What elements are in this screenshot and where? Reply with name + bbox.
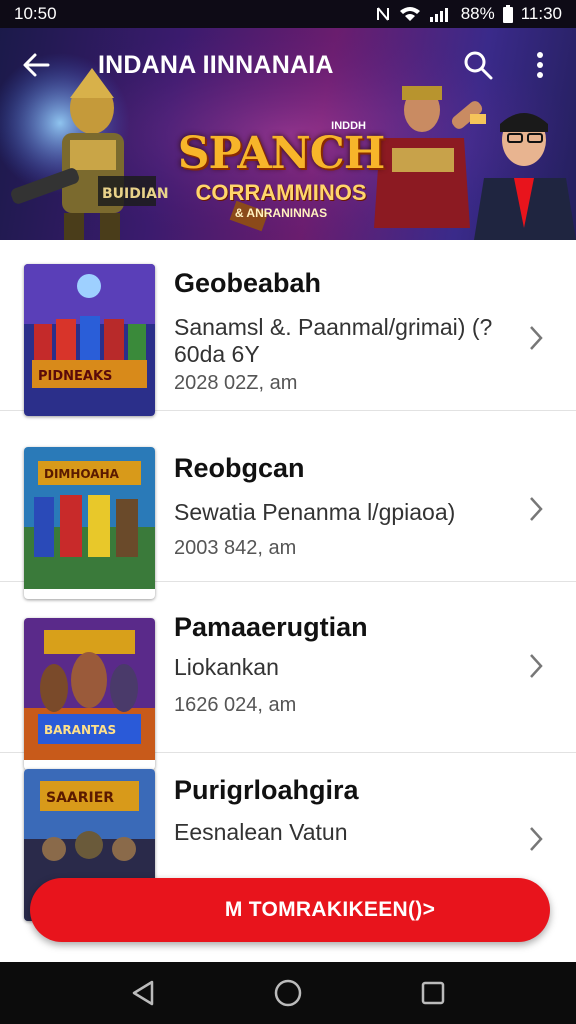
system-nav-bar	[0, 962, 576, 1024]
item-subtitle: Eesnalean Vatun	[174, 819, 348, 845]
status-time-right: 11:30	[520, 4, 562, 23]
banner-logo: INDDH SPANCH CORRAMMINOS & ANRANINNAS	[176, 120, 386, 220]
item-subtitle: Liokankan	[174, 654, 279, 680]
item-title: Purigrloahgira	[174, 775, 359, 805]
nav-back-button[interactable]	[118, 968, 168, 1018]
list-item[interactable]: DIMHOAHA Reobgcan Sewatia Penanma l/gpia…	[0, 411, 576, 589]
thumb-caption: PIDNEAKS	[38, 369, 112, 384]
banner-sub-text: CORRAMMINOS	[195, 180, 367, 205]
item-title: Reobgcan	[174, 453, 305, 483]
thumb-caption: BARANTAS	[44, 723, 116, 737]
item-timestamp: 2003 842, am	[174, 537, 297, 559]
chevron-right-icon	[530, 827, 543, 851]
chevron-right-icon	[530, 654, 543, 678]
home-circle-icon	[274, 979, 302, 1007]
page-title: INDANA IINNANAIA	[98, 50, 334, 79]
back-button[interactable]	[16, 45, 56, 85]
thumb-caption: DIMHOAHA	[44, 467, 120, 481]
status-time-left: 10:50	[14, 4, 57, 23]
list-item[interactable]: BARANTAS Pamaaerugtian Liokankan 1626 02…	[0, 582, 576, 760]
search-icon	[464, 51, 493, 80]
more-options-button[interactable]	[520, 45, 560, 85]
chevron-right-icon	[530, 326, 543, 350]
app-bar-actions	[458, 45, 560, 85]
item-timestamp: 2028 02Z, am	[174, 372, 298, 394]
status-icons: 88% 11:30	[375, 4, 562, 24]
nfc-icon	[375, 6, 391, 22]
item-timestamp: 1626 024, am	[174, 694, 297, 716]
banner-main-text: SPANCH	[177, 128, 386, 179]
chevron-right-icon	[530, 497, 543, 521]
arrow-left-icon	[23, 53, 50, 77]
recents-square-icon	[422, 981, 445, 1005]
thumb-caption: SAARIER	[46, 790, 114, 806]
signal-icon	[429, 6, 453, 22]
back-triangle-icon	[132, 980, 153, 1006]
list-item[interactable]: PIDNEAKS Geobeabah Sanamsl &. Paanmal/gr…	[0, 240, 576, 416]
more-vert-icon	[537, 52, 543, 78]
item-thumbnail: DIMHOAHA	[24, 447, 155, 599]
wifi-icon	[399, 6, 421, 22]
nav-recents-button[interactable]	[408, 968, 458, 1018]
item-subtitle: Sewatia Penanma l/gpiaoa)	[174, 499, 456, 525]
status-bar: 10:50 88% 11:30	[0, 0, 576, 28]
item-title: Pamaaerugtian	[174, 612, 368, 642]
hero-banner: BUIDIAN INDANA IINNANAIA INDDH SPANCH CO…	[0, 28, 576, 240]
banner-sub2-text: & ANRANINNAS	[234, 206, 328, 220]
item-title: Geobeabah	[174, 268, 322, 298]
search-button[interactable]	[458, 45, 498, 85]
item-thumbnail: PIDNEAKS	[24, 264, 155, 416]
battery-percent: 88%	[460, 4, 495, 23]
app-bar: INDANA IINNANAIA	[0, 28, 576, 102]
item-thumbnail: BARANTAS	[24, 618, 155, 770]
item-subtitle: Sanamsl &. Paanmal/grimai) (?60da 6Y	[174, 314, 493, 367]
primary-action-button[interactable]: M TOMRAKIKEEN()>	[30, 878, 550, 942]
svg-text:BUIDIAN: BUIDIAN	[102, 186, 169, 202]
battery-icon	[502, 5, 513, 23]
nav-home-button[interactable]	[263, 968, 313, 1018]
game-list: PIDNEAKS Geobeabah Sanamsl &. Paanmal/gr…	[0, 240, 576, 962]
